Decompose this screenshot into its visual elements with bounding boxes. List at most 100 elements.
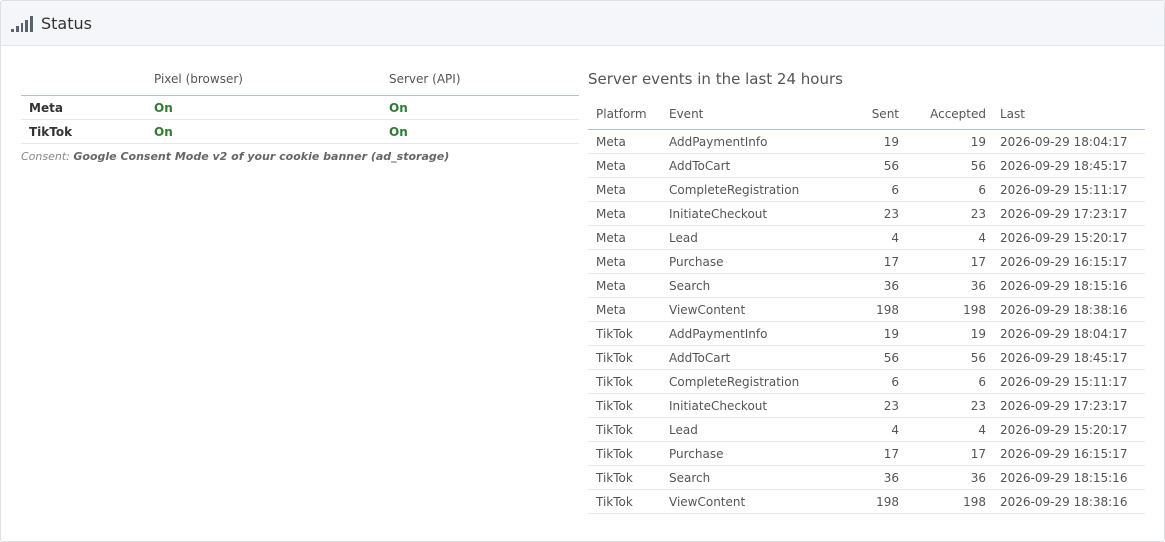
status-header-pixel: Pixel (browser): [154, 63, 389, 96]
server-status: On: [389, 100, 408, 115]
consent-note: Consent: Google Consent Mode v2 of your …: [21, 150, 579, 163]
event-sent-cell: 23: [834, 201, 899, 226]
event-name-cell: Lead: [669, 225, 834, 250]
event-accepted-cell: 4: [899, 225, 986, 250]
status-header-server: Server (API): [389, 63, 579, 96]
event-last-cell: 2026-09-29 18:04:17: [986, 321, 1145, 346]
event-accepted-cell: 198: [899, 297, 986, 322]
event-last-cell: 2026-09-29 15:11:17: [986, 177, 1145, 202]
event-sent-cell: 36: [834, 465, 899, 490]
event-name-cell: CompleteRegistration: [669, 177, 834, 202]
event-last-cell: 2026-09-29 15:11:17: [986, 369, 1145, 394]
server-events-section: Server events in the last 24 hours Platf…: [588, 67, 1145, 514]
consent-value: Google Consent Mode v2 of your cookie ba…: [73, 150, 450, 163]
event-accepted-cell: 56: [899, 345, 986, 370]
status-row-tiktok: TikTok On On: [21, 119, 579, 144]
event-last-cell: 2026-09-29 18:45:17: [986, 153, 1145, 178]
event-last-cell: 2026-09-29 18:15:16: [986, 273, 1145, 298]
event-platform-cell: Meta: [588, 153, 669, 178]
event-name-cell: InitiateCheckout: [669, 201, 834, 226]
panel-title: Status: [41, 13, 92, 33]
event-accepted-cell: 23: [899, 201, 986, 226]
event-last-cell: 2026-09-29 18:45:17: [986, 345, 1145, 370]
event-accepted-cell: 4: [899, 417, 986, 442]
event-platform-cell: Meta: [588, 225, 669, 250]
event-name-cell: ViewContent: [669, 489, 834, 514]
events-header-row: Platform Event Sent Accepted Last: [588, 99, 1145, 130]
event-sent-cell: 4: [834, 225, 899, 250]
event-name-cell: Purchase: [669, 441, 834, 466]
event-accepted-cell: 56: [899, 153, 986, 178]
event-name-cell: Search: [669, 465, 834, 490]
event-sent-cell: 56: [834, 153, 899, 178]
event-platform-cell: TikTok: [588, 321, 669, 346]
server-status: On: [389, 124, 408, 139]
event-sent-cell: 56: [834, 345, 899, 370]
connection-status-section: Pixel (browser) Server (API) Meta On On …: [21, 63, 579, 163]
table-row: TikTok Search 36 36 2026-09-29 18:15:16: [588, 465, 1145, 490]
column-header-sent: Sent: [834, 99, 899, 130]
event-name-cell: InitiateCheckout: [669, 393, 834, 418]
event-last-cell: 2026-09-29 17:23:17: [986, 393, 1145, 418]
table-row: Meta Lead 4 4 2026-09-29 15:20:17: [588, 225, 1145, 250]
event-name-cell: AddToCart: [669, 345, 834, 370]
event-platform-cell: Meta: [588, 249, 669, 274]
event-name-cell: CompleteRegistration: [669, 369, 834, 394]
table-row: Meta Search 36 36 2026-09-29 18:15:16: [588, 273, 1145, 298]
event-last-cell: 2026-09-29 15:20:17: [986, 225, 1145, 250]
event-platform-cell: Meta: [588, 201, 669, 226]
event-sent-cell: 17: [834, 249, 899, 274]
event-name-cell: AddPaymentInfo: [669, 129, 834, 154]
event-accepted-cell: 198: [899, 489, 986, 514]
event-platform-cell: TikTok: [588, 345, 669, 370]
event-last-cell: 2026-09-29 15:20:17: [986, 417, 1145, 442]
panel-header: Status: [1, 1, 1164, 46]
event-accepted-cell: 17: [899, 249, 986, 274]
table-row: TikTok AddPaymentInfo 19 19 2026-09-29 18:04…: [588, 321, 1145, 346]
event-sent-cell: 6: [834, 369, 899, 394]
event-name-cell: Search: [669, 273, 834, 298]
event-platform-cell: TikTok: [588, 489, 669, 514]
column-header-accepted: Accepted: [899, 99, 986, 130]
column-header-event: Event: [669, 99, 834, 130]
table-row: Meta AddToCart 56 56 2026-09-29 18:45:17: [588, 153, 1145, 178]
event-sent-cell: 6: [834, 177, 899, 202]
event-name-cell: Lead: [669, 417, 834, 442]
event-accepted-cell: 36: [899, 273, 986, 298]
event-platform-cell: TikTok: [588, 417, 669, 442]
server-events-table: Platform Event Sent Accepted Last Meta Ad…: [588, 99, 1145, 514]
event-platform-cell: Meta: [588, 297, 669, 322]
event-accepted-cell: 19: [899, 129, 986, 154]
table-row: TikTok AddToCart 56 56 2026-09-29 18:45:17: [588, 345, 1145, 370]
pixel-status: On: [154, 124, 173, 139]
table-row: Meta Purchase 17 17 2026-09-29 16:15:17: [588, 249, 1145, 274]
event-platform-cell: Meta: [588, 273, 669, 298]
status-panel: Status Pixel (browser) Server (API) Meta…: [0, 0, 1165, 542]
connection-status-table: Pixel (browser) Server (API) Meta On On …: [21, 63, 579, 144]
event-last-cell: 2026-09-29 16:15:17: [986, 441, 1145, 466]
event-sent-cell: 198: [834, 297, 899, 322]
event-accepted-cell: 23: [899, 393, 986, 418]
status-header-row: Pixel (browser) Server (API): [21, 63, 579, 96]
pixel-status: On: [154, 100, 173, 115]
status-platform: Meta: [21, 95, 154, 120]
table-row: TikTok InitiateCheckout 23 23 2026-09-29 17:…: [588, 393, 1145, 418]
table-row: Meta InitiateCheckout 23 23 2026-09-29 17:23…: [588, 201, 1145, 226]
event-sent-cell: 17: [834, 441, 899, 466]
event-last-cell: 2026-09-29 18:04:17: [986, 129, 1145, 154]
status-platform: TikTok: [21, 119, 154, 144]
table-row: Meta CompleteRegistration 6 6 2026-09-29 15:…: [588, 177, 1145, 202]
event-accepted-cell: 36: [899, 465, 986, 490]
status-row-meta: Meta On On: [21, 95, 579, 120]
event-name-cell: AddPaymentInfo: [669, 321, 834, 346]
table-row: TikTok Lead 4 4 2026-09-29 15:20:17: [588, 417, 1145, 442]
event-last-cell: 2026-09-29 17:23:17: [986, 201, 1145, 226]
event-last-cell: 2026-09-29 16:15:17: [986, 249, 1145, 274]
event-last-cell: 2026-09-29 18:15:16: [986, 465, 1145, 490]
event-accepted-cell: 17: [899, 441, 986, 466]
event-platform-cell: TikTok: [588, 441, 669, 466]
column-header-last: Last: [986, 99, 1145, 130]
table-row: TikTok Purchase 17 17 2026-09-29 16:15:17: [588, 441, 1145, 466]
event-sent-cell: 36: [834, 273, 899, 298]
table-row: Meta AddPaymentInfo 19 19 2026-09-29 18:04:1…: [588, 129, 1145, 154]
